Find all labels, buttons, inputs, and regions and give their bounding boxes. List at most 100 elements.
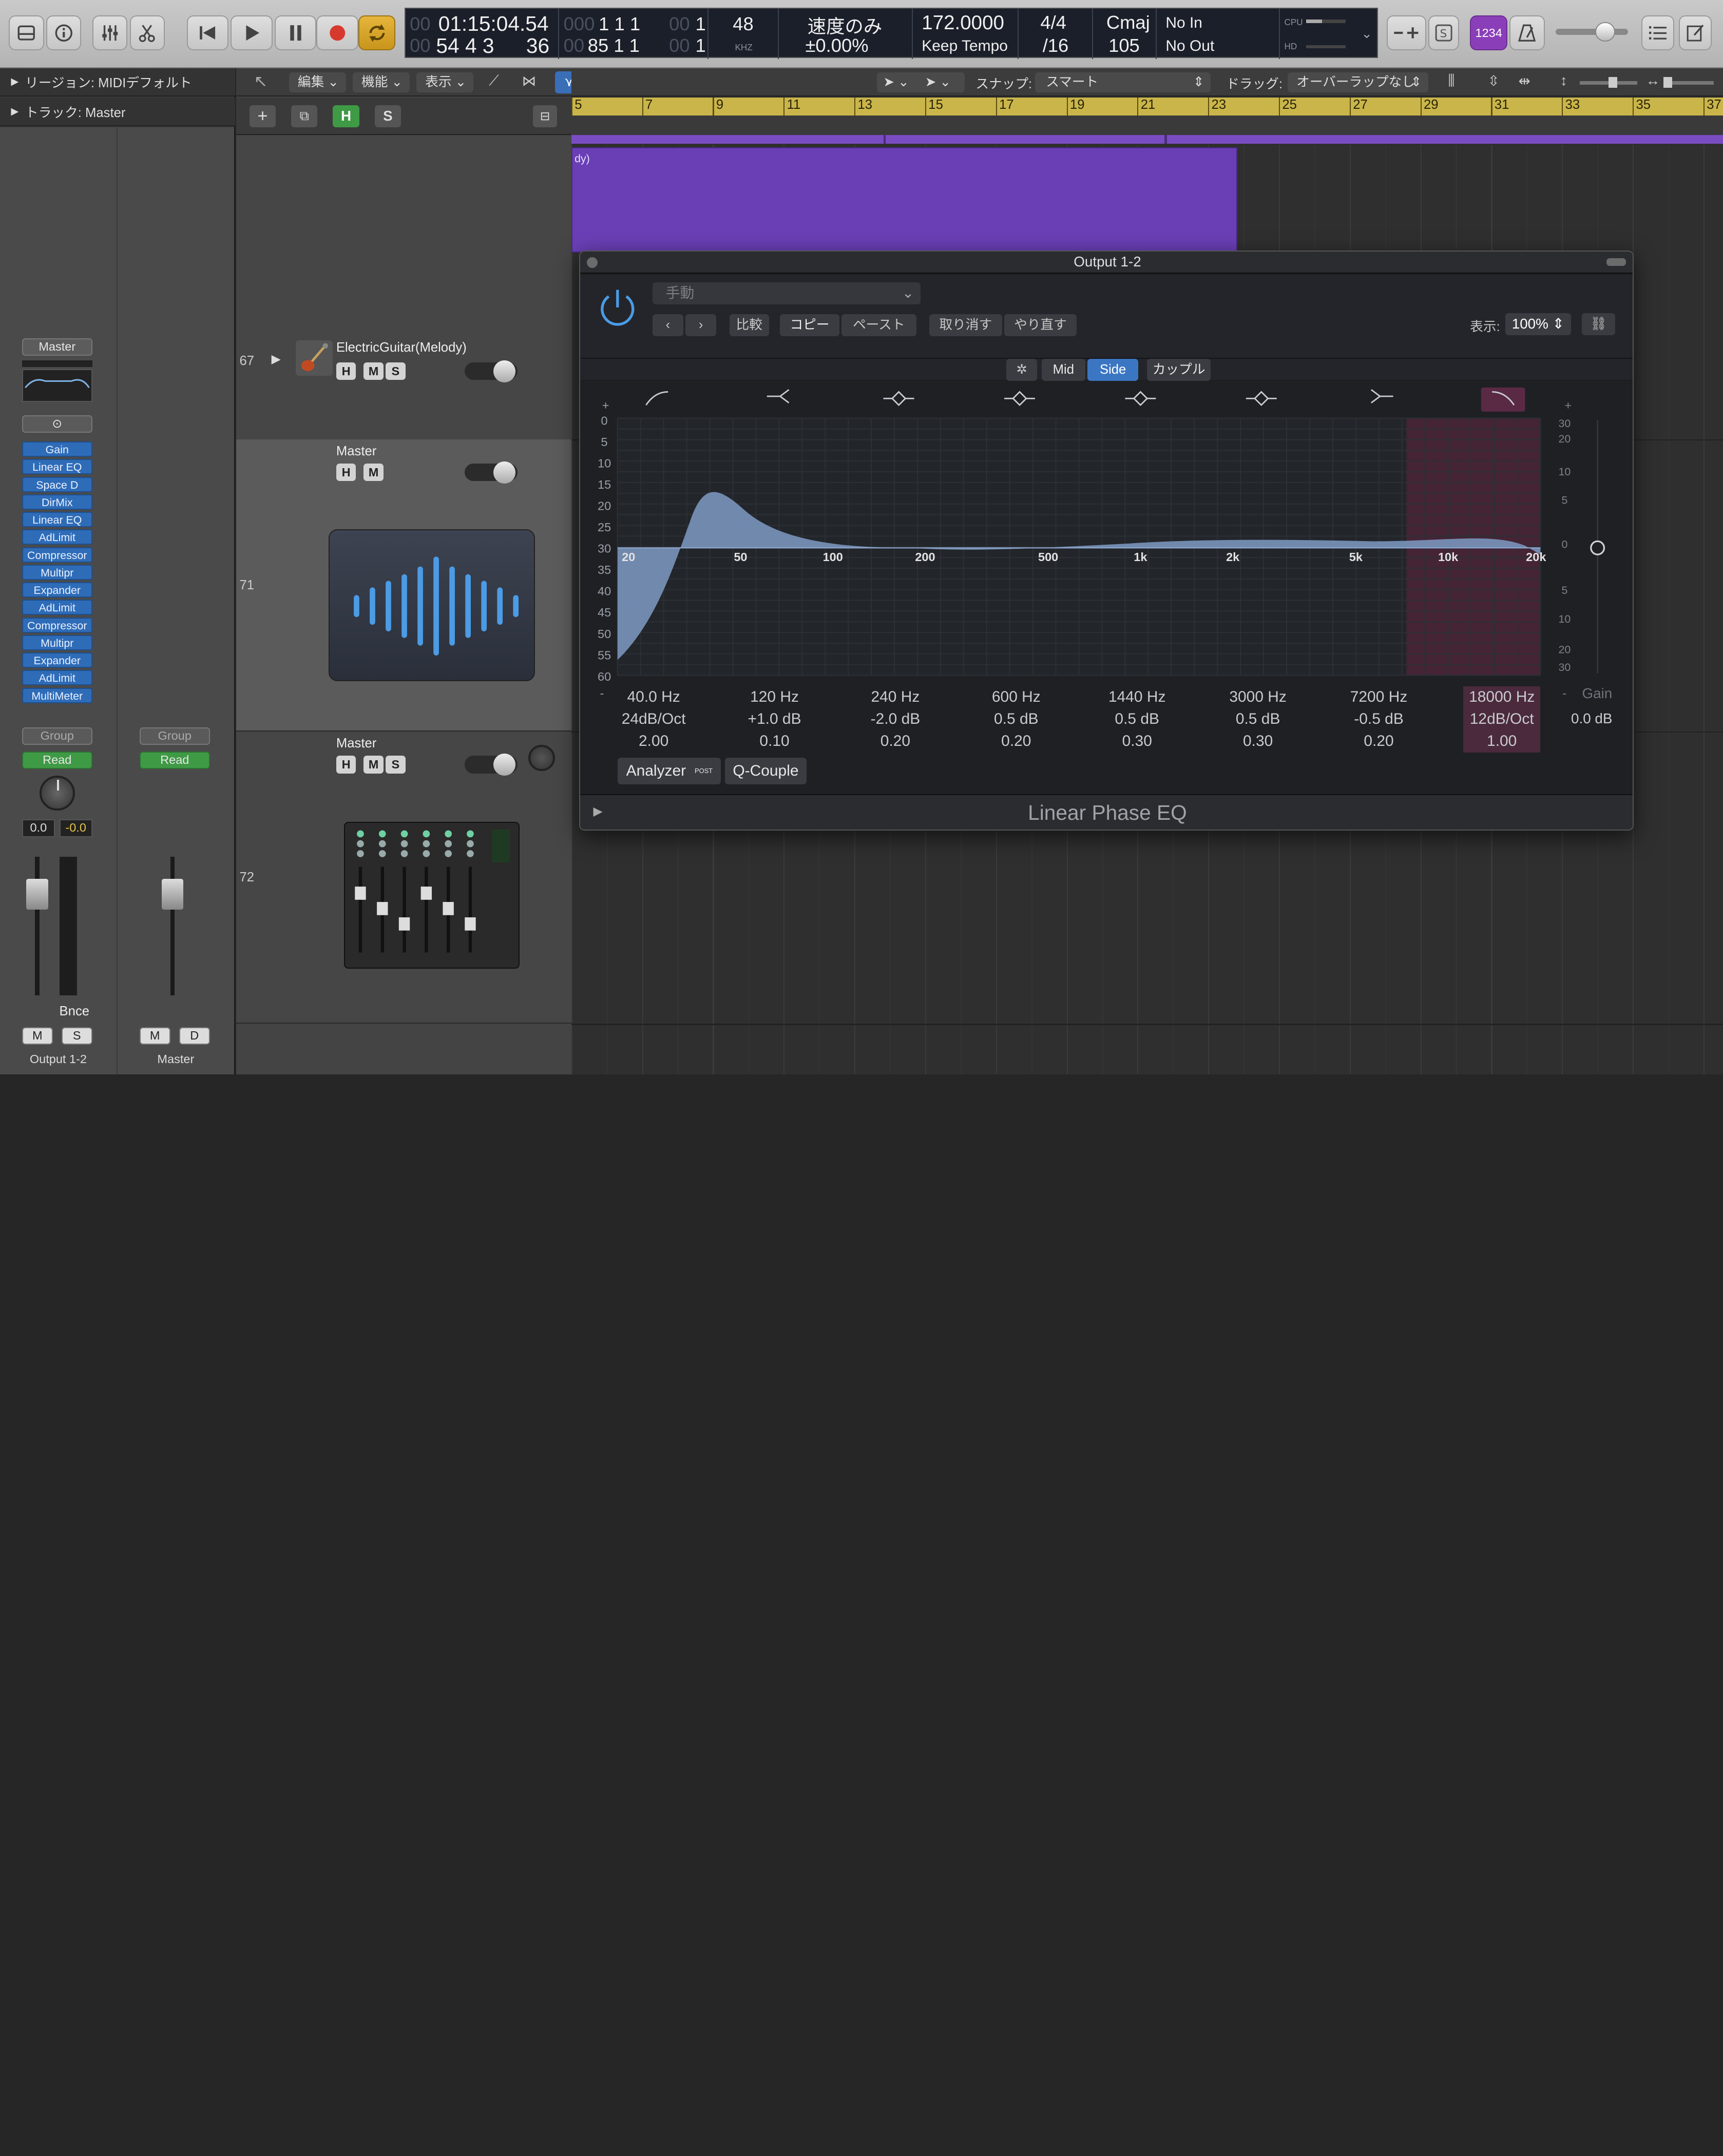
band-params[interactable]: 1440 Hz 0.5 dB 0.30 [1087, 686, 1186, 752]
band-gain[interactable]: 0.5 dB [1209, 708, 1308, 730]
horizontal-zoom-slider[interactable] [1663, 76, 1714, 88]
band-params[interactable]: 40.0 Hz 24dB/Oct 2.00 [604, 686, 703, 752]
band-q[interactable]: 1.00 [1463, 730, 1540, 753]
plugin-slot[interactable]: AdLimit [22, 529, 92, 545]
paste-button[interactable]: ペースト [841, 314, 916, 336]
band-freq[interactable]: 18000 Hz [1463, 686, 1540, 708]
bounce-button[interactable]: Bnce [60, 1004, 90, 1019]
redo-button[interactable]: やり直す [1004, 314, 1077, 336]
solo-button[interactable]: S [61, 1027, 92, 1045]
vertical-fit-icon[interactable]: ⇳ [1488, 72, 1500, 89]
midi-region[interactable]: dy) [571, 147, 1237, 253]
plugin-slot[interactable]: Space D [22, 476, 92, 492]
zoom-select[interactable]: 100% ⇕ [1505, 313, 1572, 335]
lcd-key-cell[interactable]: Cmaj 105 [1093, 8, 1157, 60]
plugin-slot[interactable]: MultiMeter [22, 687, 92, 703]
band-freq[interactable]: 40.0 Hz [604, 686, 703, 708]
band-params[interactable]: 3000 Hz 0.5 dB 0.30 [1209, 686, 1308, 752]
preset-select[interactable]: 手動 ⌄ [653, 282, 921, 304]
hide-button[interactable]: H [336, 362, 356, 380]
solo-tracks-button[interactable]: S [374, 105, 401, 128]
snap-select[interactable]: スマート ⇕ [1035, 72, 1211, 92]
plugin-slot[interactable]: Compressor [22, 617, 92, 633]
analyzer-button[interactable]: Analyzer POST [617, 758, 721, 784]
band-gain[interactable]: 12dB/Oct [1463, 708, 1540, 730]
automation-read-button[interactable]: Read [139, 751, 210, 769]
group-button[interactable]: Group [22, 727, 92, 745]
band-q[interactable]: 0.10 [725, 730, 824, 753]
copy-button[interactable]: コピー [780, 314, 839, 336]
mixer-icon[interactable] [92, 15, 128, 51]
power-icon[interactable] [596, 285, 640, 330]
undo-button[interactable]: 取り消す [929, 314, 1002, 336]
band-q[interactable]: 0.20 [967, 730, 1066, 753]
link-icon[interactable]: ⊙ [22, 415, 92, 433]
secondary-tool-menu[interactable]: ➤ ⌄ [921, 72, 965, 92]
gear-icon[interactable]: ✲ [1006, 359, 1037, 381]
region-inspector-header[interactable]: ▶ リージョン: MIDIデフォルト [0, 68, 235, 97]
chevron-down-icon[interactable]: ⌄ [1361, 26, 1372, 42]
band-params[interactable]: 240 Hz -2.0 dB 0.20 [846, 686, 945, 752]
volume-fader[interactable] [159, 857, 185, 999]
track-row[interactable]: 72 Master H M S [236, 732, 571, 1024]
dim-button[interactable]: D [179, 1027, 210, 1045]
add-track-icon[interactable]: + [249, 105, 276, 128]
setting-button[interactable]: Master [22, 338, 92, 356]
band-q[interactable]: 0.30 [1209, 730, 1308, 753]
horizontal-zoom-slider-thumb[interactable] [1663, 76, 1673, 88]
band-freq[interactable]: 240 Hz [846, 686, 945, 708]
band-q[interactable]: 0.20 [1329, 730, 1428, 753]
next-preset-icon[interactable]: › [685, 314, 717, 336]
band-freq[interactable]: 3000 Hz [1209, 686, 1308, 708]
side-mode-button[interactable]: Side [1087, 359, 1138, 381]
band-params[interactable]: 600 Hz 0.5 dB 0.20 [967, 686, 1066, 752]
track-name[interactable]: ElectricGuitar(Melody) [336, 340, 467, 355]
pan-knob[interactable] [40, 775, 75, 811]
band-params[interactable]: 18000 Hz 12dB/Oct 1.00 [1463, 686, 1541, 753]
master-volume-knob[interactable] [1595, 22, 1615, 42]
track-on-off-toggle[interactable] [465, 360, 518, 382]
plugin-title-bar[interactable]: Output 1-2 [580, 251, 1633, 274]
band-gain[interactable]: 0.5 dB [1087, 708, 1186, 730]
disclosure-triangle-icon[interactable]: ▶ [11, 75, 18, 88]
hide-button[interactable]: H [336, 756, 356, 774]
master-volume-slider[interactable] [1556, 22, 1629, 42]
mid-mode-button[interactable]: Mid [1041, 359, 1086, 381]
plugin-slot[interactable]: Expander [22, 652, 92, 668]
plugin-slot[interactable]: AdLimit [22, 670, 92, 686]
eq-thumbnail[interactable] [22, 369, 92, 402]
plugin-slot[interactable]: Linear EQ [22, 459, 92, 475]
tuner-minus-plus-icon[interactable] [1386, 15, 1426, 51]
volume-fader[interactable] [24, 857, 50, 999]
plugin-slot[interactable]: Compressor [22, 547, 92, 563]
plugin-slot[interactable]: Expander [22, 582, 92, 598]
mute-button[interactable]: M [363, 756, 384, 774]
automation-curve-icon[interactable]: ⟋ [489, 72, 499, 89]
track-on-off-toggle[interactable] [465, 754, 518, 776]
lcd-io-cell[interactable]: No In No Out [1157, 8, 1280, 60]
duplicate-track-icon[interactable]: ⧉ [291, 105, 318, 128]
mute-button[interactable]: M [139, 1027, 170, 1045]
horizontal-fit-icon[interactable]: ⇹ [1518, 72, 1530, 89]
band-freq[interactable]: 120 Hz [725, 686, 824, 708]
plugin-slot[interactable]: Gain [22, 441, 92, 457]
band-params[interactable]: 120 Hz +1.0 dB 0.10 [725, 686, 824, 752]
automation-read-button[interactable]: Read [22, 751, 92, 769]
info-icon[interactable] [46, 15, 82, 51]
drag-mode-select[interactable]: オーバーラップなし ⇕ [1288, 72, 1428, 92]
band-freq[interactable]: 600 Hz [967, 686, 1066, 708]
scissors-icon[interactable] [129, 15, 165, 51]
list-editors-icon[interactable] [1641, 15, 1675, 51]
volume-value[interactable]: 0.0 [22, 819, 55, 837]
link-icon[interactable]: ⛓ [1582, 313, 1615, 335]
band-q[interactable]: 0.20 [846, 730, 945, 753]
count-in-button[interactable]: 1234 [1470, 15, 1508, 51]
track-name[interactable]: Master [336, 736, 376, 751]
track-on-off-toggle[interactable] [465, 461, 518, 484]
vertical-zoom-icon[interactable]: ↕ [1560, 72, 1567, 89]
lcd-signature-cell[interactable]: 4/4 /16 [1019, 8, 1094, 60]
pause-button[interactable] [275, 15, 317, 51]
hide-button[interactable]: H [336, 464, 356, 482]
lcd-tempo-cell[interactable]: 172.0000 Keep Tempo [913, 8, 1019, 60]
band-q[interactable]: 2.00 [604, 730, 703, 753]
